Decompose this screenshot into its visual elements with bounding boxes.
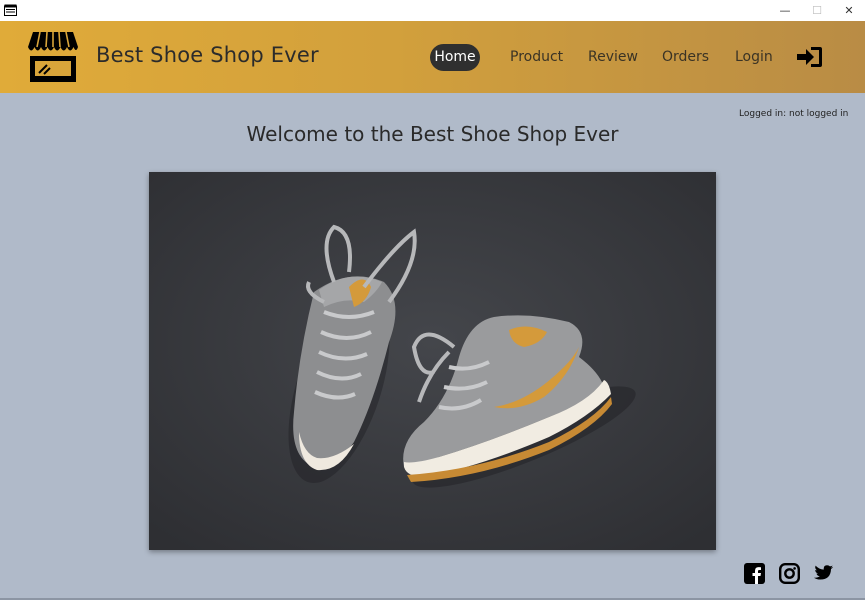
nav-home[interactable]: Home [430,44,480,71]
instagram-icon[interactable] [779,563,800,584]
site-title: Best Shoe Shop Ever [96,43,319,67]
app-icon [4,4,17,16]
login-status: Logged in: not logged in [739,109,849,119]
page-title: Welcome to the Best Shoe Shop Ever [246,122,619,146]
site-header: Best Shoe Shop Ever Home Product Review … [0,21,865,93]
nav-orders[interactable]: Orders [662,46,709,68]
facebook-icon[interactable] [744,563,765,584]
nav-product[interactable]: Product [510,46,563,68]
minimize-button[interactable]: — [768,0,802,21]
twitter-icon[interactable] [813,563,834,584]
sign-in-icon[interactable] [797,46,823,68]
nav-review[interactable]: Review [588,46,638,68]
window-titlebar: — ☐ ✕ [0,0,865,21]
storefront-icon[interactable] [27,30,79,84]
close-button[interactable]: ✕ [832,0,865,21]
maximize-button[interactable]: ☐ [800,0,834,21]
nav-login[interactable]: Login [735,46,773,68]
hero-image [149,172,716,550]
